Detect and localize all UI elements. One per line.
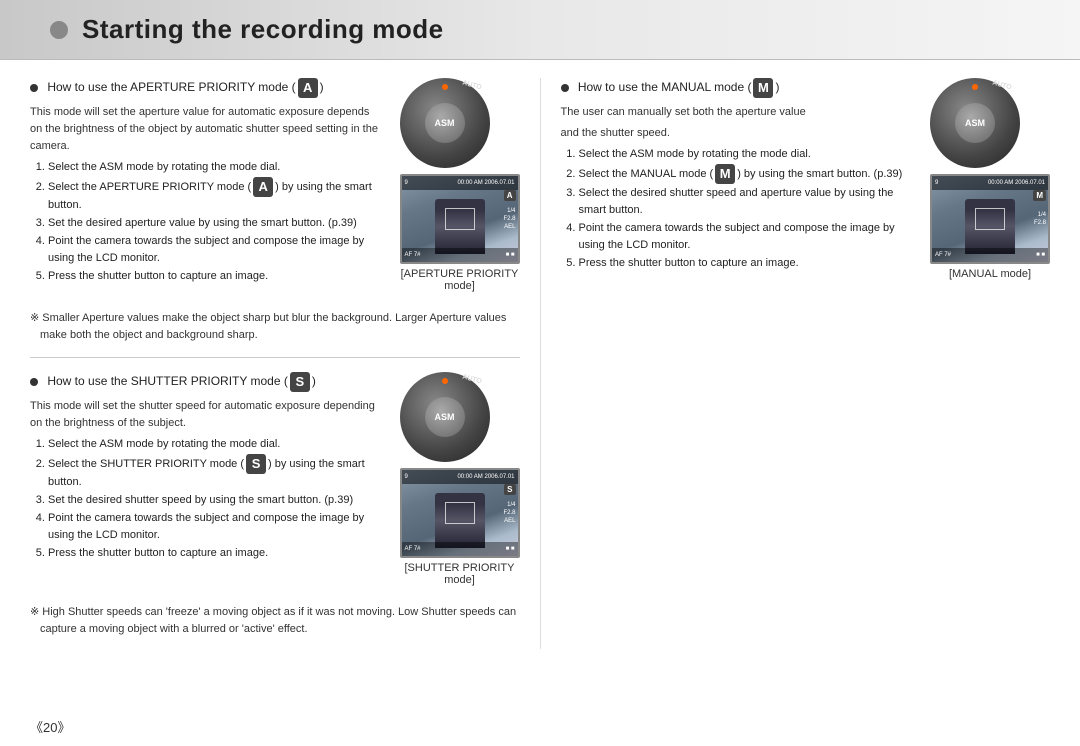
aperture-text-block: How to use the APERTURE PRIORITY mode (A… [30,78,384,289]
aperture-dial: AUTO ASM [400,78,490,168]
shutter-dial-auto-label: AUTO [461,374,482,386]
shutter-dial-wrapper: How to use the SHUTTER PRIORITY mode (S)… [30,372,520,596]
manual-screen-caption: [MANUAL mode] [949,268,1031,280]
shutter-lcd-focus-box [445,502,475,524]
section-divider-left [30,357,520,358]
shutter-dial: AUTO ASM [400,372,490,462]
aperture-screen-caption: [APERTURE PRIORITY mode] [401,268,519,292]
manual-section: How to use the MANUAL mode (M) The user … [561,78,1051,290]
shutter-step-3: Set the desired shutter speed by using t… [48,492,384,509]
aperture-description: This mode will set the aperture value fo… [30,104,384,155]
manual-dial: AUTO ASM [930,78,1020,168]
aperture-step-5: Press the shutter button to capture an i… [48,268,384,285]
manual-title: How to use the MANUAL mode (M) [561,78,915,98]
manual-step-5: Press the shutter button to capture an i… [579,255,915,272]
shutter-lcd-screen: 9 00:00 AM 2006.07.01 S 1/4 F2.8 AEL [400,468,520,558]
aperture-lcd-right-bar: 1/4 F2.8 AEL [503,196,515,242]
manual-step-4: Point the camera towards the subject and… [579,220,915,254]
page-header: Starting the recording mode [0,0,1080,60]
page-number: 《20》 [30,717,70,736]
aperture-lcd-photo: 9 00:00 AM 2006.07.01 A 1/4 F2.8 AEL [402,176,518,262]
manual-text-block: How to use the MANUAL mode (M) The user … [561,78,915,276]
shutter-dial-asm-label: ASM [435,412,455,422]
shutter-dial-dot-icon [442,378,448,384]
shutter-badge-inline: S [246,454,266,474]
dial-asm-label: ASM [435,118,455,128]
manual-lcd-screen: 9 00:00 AM 2006.07.01 M 1/4 F2.8 [930,174,1050,264]
manual-badge-inline: M [715,164,735,184]
aperture-lcd-focus-box [445,208,475,230]
shutter-step-1: Select the ASM mode by rotating the mode… [48,436,384,453]
aperture-step-1: Select the ASM mode by rotating the mode… [48,159,384,176]
shutter-lcd-top: 9 00:00 AM 2006.07.01 [402,470,518,484]
manual-lcd-top: 9 00:00 AM 2006.07.01 [932,176,1048,190]
manual-screen-area: 9 00:00 AM 2006.07.01 M 1/4 F2.8 [930,174,1050,280]
manual-dial-area: AUTO ASM 9 00:00 AM 2006.07.01 [930,78,1050,290]
main-content: How to use the APERTURE PRIORITY mode (A… [0,78,1080,649]
manual-step-2: Select the MANUAL mode (M) by using the … [579,164,915,184]
manual-lcd-photo: 9 00:00 AM 2006.07.01 M 1/4 F2.8 [932,176,1048,262]
shutter-step-4: Point the camera towards the subject and… [48,510,384,544]
manual-dial-wrapper: How to use the MANUAL mode (M) The user … [561,78,1051,290]
aperture-badge: A [298,78,318,98]
shutter-screen-caption: [SHUTTER PRIORITY mode] [404,562,514,586]
manual-dial-dot-icon [972,84,978,90]
shutter-description: This mode will set the shutter speed for… [30,398,384,432]
aperture-step-4: Point the camera towards the subject and… [48,233,384,267]
aperture-dial-wrapper: How to use the APERTURE PRIORITY mode (A… [30,78,520,302]
manual-dial-auto-label: AUTO [992,80,1013,92]
shutter-note: High Shutter speeds can 'freeze' a movin… [30,604,520,637]
aperture-lcd-screen: 9 00:00 AM 2006.07.01 A 1/4 F2.8 AEL [400,174,520,264]
aperture-lcd-bottom: AF 7# ■ ■ [402,248,518,262]
manual-steps: Select the ASM mode by rotating the mode… [561,146,915,272]
shutter-bullet-icon [30,378,38,386]
aperture-lcd-top: 9 00:00 AM 2006.07.01 [402,176,518,190]
aperture-title: How to use the APERTURE PRIORITY mode (A… [30,78,384,98]
page-title: Starting the recording mode [82,14,444,45]
manual-lcd-right-bar: 1/4 F2.8 [1034,196,1046,242]
aperture-bullet-icon [30,84,38,92]
shutter-lcd-photo: 9 00:00 AM 2006.07.01 S 1/4 F2.8 AEL [402,470,518,556]
manual-badge: M [753,78,773,98]
manual-description-1: The user can manually set both the apert… [561,104,915,121]
shutter-lcd-right-bar: 1/4 F2.8 AEL [503,490,515,536]
manual-description-2: and the shutter speed. [561,125,915,142]
aperture-note: Smaller Aperture values make the object … [30,310,520,343]
left-column: How to use the APERTURE PRIORITY mode (A… [30,78,540,649]
shutter-section: How to use the SHUTTER PRIORITY mode (S)… [30,372,520,637]
aperture-section: How to use the APERTURE PRIORITY mode (A… [30,78,520,343]
manual-step-3: Select the desired shutter speed and ape… [579,185,915,219]
manual-bullet-icon [561,84,569,92]
aperture-dial-area: AUTO ASM 9 00:00 AM 2006.07 [400,78,520,302]
header-bullet-icon [50,21,68,39]
shutter-step-5: Press the shutter button to capture an i… [48,545,384,562]
aperture-step-2: Select the APERTURE PRIORITY mode (A) by… [48,177,384,214]
dial-auto-label: AUTO [461,80,482,92]
aperture-badge-inline: A [253,177,273,197]
shutter-title: How to use the SHUTTER PRIORITY mode (S) [30,372,384,392]
shutter-step-2: Select the SHUTTER PRIORITY mode (S) by … [48,454,384,491]
right-column: How to use the MANUAL mode (M) The user … [540,78,1051,649]
manual-dial-asm-label: ASM [965,118,985,128]
aperture-step-3: Set the desired aperture value by using … [48,215,384,232]
manual-lcd-bottom: AF 7# ■ ■ [932,248,1048,262]
shutter-steps: Select the ASM mode by rotating the mode… [30,436,384,562]
aperture-steps: Select the ASM mode by rotating the mode… [30,159,384,285]
aperture-screen-area: 9 00:00 AM 2006.07.01 A 1/4 F2.8 AEL [400,174,520,292]
dial-dot-icon [442,84,448,90]
shutter-screen-area: 9 00:00 AM 2006.07.01 S 1/4 F2.8 AEL [400,468,520,586]
shutter-lcd-bottom: AF 7# ■ ■ [402,542,518,556]
manual-step-1: Select the ASM mode by rotating the mode… [579,146,915,163]
manual-lcd-focus-box [975,208,1005,230]
shutter-dial-area: AUTO ASM 9 00:00 AM 2006.07.01 [400,372,520,596]
shutter-text-block: How to use the SHUTTER PRIORITY mode (S)… [30,372,384,566]
shutter-badge: S [290,372,310,392]
